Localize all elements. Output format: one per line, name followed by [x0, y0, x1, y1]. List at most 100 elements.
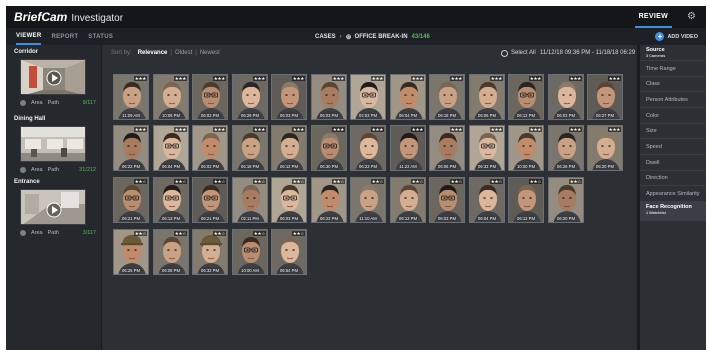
- face-result[interactable]: ★★★ 06:22 PM: [113, 125, 149, 171]
- case-name[interactable]: OFFICE BREAK-IN: [355, 34, 408, 40]
- brand-logo: BriefCam Investigator: [14, 10, 123, 24]
- area-toggle[interactable]: Area: [31, 100, 43, 106]
- face-timestamp: 06:02 PM: [201, 113, 219, 118]
- select-all-toggle[interactable]: Select All: [501, 48, 536, 58]
- path-toggle[interactable]: Path: [48, 100, 59, 106]
- face-result[interactable]: ★★★ 06:27 PM: [587, 74, 623, 120]
- filter-speed[interactable]: Speed: [640, 139, 706, 155]
- face-result[interactable]: ★★★ 06:06 PM: [469, 74, 505, 120]
- face-result[interactable]: ★★☆ 06:08 PM: [153, 229, 189, 275]
- face-result[interactable]: ★★☆ 06:13 PM: [390, 177, 426, 223]
- face-result[interactable]: ★★☆ 06:54 PM: [271, 229, 307, 275]
- area-toggle[interactable]: Area: [31, 230, 43, 236]
- face-timestamp: 06:06 PM: [438, 164, 456, 169]
- rating-stars: ★★★: [607, 127, 621, 132]
- app-window: BriefCam Investigator REVIEW ⚙ VIEWER RE…: [6, 6, 706, 350]
- rating-stars: ★★★: [331, 127, 345, 132]
- tab-viewer[interactable]: VIEWER: [16, 28, 42, 45]
- rating-stars: ★★☆: [252, 179, 266, 184]
- filter-color[interactable]: Color: [640, 108, 706, 124]
- brand-name: BriefCam: [14, 10, 68, 24]
- face-result[interactable]: ★★★ 06:20 PM: [587, 125, 623, 171]
- face-result[interactable]: ★★☆ 06:21 PM: [113, 177, 149, 223]
- face-result[interactable]: ★★☆ 02:11 PM: [232, 177, 268, 223]
- camera-thumbnail[interactable]: [20, 59, 86, 95]
- filter-label: Direction: [646, 175, 668, 181]
- sort-newest[interactable]: Newest: [200, 50, 220, 56]
- face-timestamp: 06:03 PM: [280, 216, 298, 221]
- breadcrumb-cases[interactable]: CASES: [315, 34, 336, 40]
- face-result[interactable]: ★★★ 06:29 PM: [232, 74, 268, 120]
- face-result[interactable]: ★★★ 06:12 PM: [271, 125, 307, 171]
- face-result[interactable]: ★★★ 06:02 PM: [192, 125, 228, 171]
- rating-stars: ★★☆: [252, 231, 266, 236]
- filter-person-attributes[interactable]: Person Attributes: [640, 92, 706, 108]
- face-result[interactable]: ★★★ 11:22 AM: [390, 125, 426, 171]
- face-result[interactable]: ★★★ 06:33 PM: [469, 125, 505, 171]
- face-timestamp: 06:32 PM: [201, 268, 219, 273]
- face-result[interactable]: ★★★ 06:26 PM: [548, 125, 584, 171]
- face-result[interactable]: ★★☆ 06:04 PM: [469, 177, 505, 223]
- face-result[interactable]: ★★★ 06:18 PM: [429, 74, 465, 120]
- gear-icon[interactable]: ⚙: [687, 11, 696, 22]
- face-result[interactable]: ★★☆ 06:13 PM: [153, 177, 189, 223]
- face-result[interactable]: ★★★ 06:03 PM: [311, 74, 347, 120]
- tab-status[interactable]: STATUS: [88, 28, 113, 45]
- product-name: Investigator: [71, 13, 124, 24]
- face-result[interactable]: ★★★ 02:53 PM: [350, 74, 386, 120]
- filter-appearance-similarity[interactable]: Appearance Similarity: [640, 186, 706, 202]
- face-timestamp: 06:18 PM: [241, 164, 259, 169]
- sort-oldest[interactable]: Oldest: [175, 50, 192, 56]
- rating-stars: ★★★: [489, 76, 503, 81]
- face-result[interactable]: ★★☆ 06:21 PM: [192, 177, 228, 223]
- filter-time-range[interactable]: Time Range: [640, 61, 706, 77]
- face-timestamp: 10:06 PM: [162, 113, 180, 118]
- face-result[interactable]: ★★☆ 06:20 PM: [548, 177, 584, 223]
- face-result[interactable]: ★★★ 06:02 PM: [548, 74, 584, 120]
- path-toggle[interactable]: Path: [48, 167, 59, 173]
- filter-direction[interactable]: Direction: [640, 171, 706, 186]
- filter-face-recognition[interactable]: Face Recognition 1 Watchlist: [640, 202, 706, 221]
- camera-thumbnail[interactable]: [20, 126, 86, 162]
- filter-dwell[interactable]: Dwell: [640, 155, 706, 171]
- face-result[interactable]: ★★☆ 06:03 PM: [429, 177, 465, 223]
- add-video-button[interactable]: + ADD VIDEO: [655, 28, 698, 45]
- filter-source[interactable]: Source 3 Cameras: [640, 45, 706, 61]
- face-result[interactable]: ★★★ 10:00 PM: [508, 125, 544, 171]
- camera-thumbnail[interactable]: [20, 189, 86, 225]
- rating-stars: ★★☆: [370, 179, 384, 184]
- face-result[interactable]: ★★★ 06:06 PM: [429, 125, 465, 171]
- face-result[interactable]: ★★★ 06:03 PM: [271, 74, 307, 120]
- face-timestamp: 06:20 PM: [557, 216, 575, 221]
- face-result[interactable]: ★★★ 06:04 PM: [390, 74, 426, 120]
- face-result[interactable]: ★★★ 06:04 PM: [153, 125, 189, 171]
- face-timestamp: 06:08 PM: [162, 268, 180, 273]
- filter-size[interactable]: Size: [640, 124, 706, 139]
- face-result[interactable]: ★★☆ 06:12 PM: [508, 177, 544, 223]
- review-tab[interactable]: REVIEW: [634, 6, 672, 28]
- face-result[interactable]: ★★★ 06:23 PM: [350, 125, 386, 171]
- face-result[interactable]: ★★★ 06:02 PM: [192, 74, 228, 120]
- filter-label: Appearance Similarity: [646, 190, 700, 197]
- face-timestamp: 06:18 PM: [438, 113, 456, 118]
- face-result[interactable]: ★★☆ 06:22 PM: [311, 177, 347, 223]
- area-toggle[interactable]: Area: [31, 167, 43, 173]
- date-range: 11/12/18 09:36 PM - 11/18/18 06:29 PM: [540, 50, 646, 56]
- face-result[interactable]: ★★★ 06:18 PM: [232, 125, 268, 171]
- rating-stars: ★★☆: [568, 179, 582, 184]
- face-result[interactable]: ★★★ 06:30 PM: [311, 125, 347, 171]
- face-result[interactable]: ★★☆ 06:32 PM: [192, 229, 228, 275]
- face-result[interactable]: ★★☆ 06:03 PM: [271, 177, 307, 223]
- face-result[interactable]: ★★★ 06:12 PM: [508, 74, 544, 120]
- filter-class[interactable]: Class: [640, 77, 706, 92]
- face-result[interactable]: ★★☆ 06:25 PM: [113, 229, 149, 275]
- face-result[interactable]: ★★☆ 11:10 AM: [350, 177, 386, 223]
- tab-report[interactable]: REPORT: [51, 28, 78, 45]
- filter-label: Speed: [646, 143, 662, 150]
- sort-relevance[interactable]: Relevance: [138, 50, 168, 56]
- face-result[interactable]: ★★☆ 10:00 AM: [232, 229, 268, 275]
- rating-stars: ★★★: [133, 76, 147, 81]
- face-result[interactable]: ★★★ 11:09 AM: [113, 74, 149, 120]
- face-result[interactable]: ★★★ 10:06 PM: [153, 74, 189, 120]
- path-toggle[interactable]: Path: [48, 230, 59, 236]
